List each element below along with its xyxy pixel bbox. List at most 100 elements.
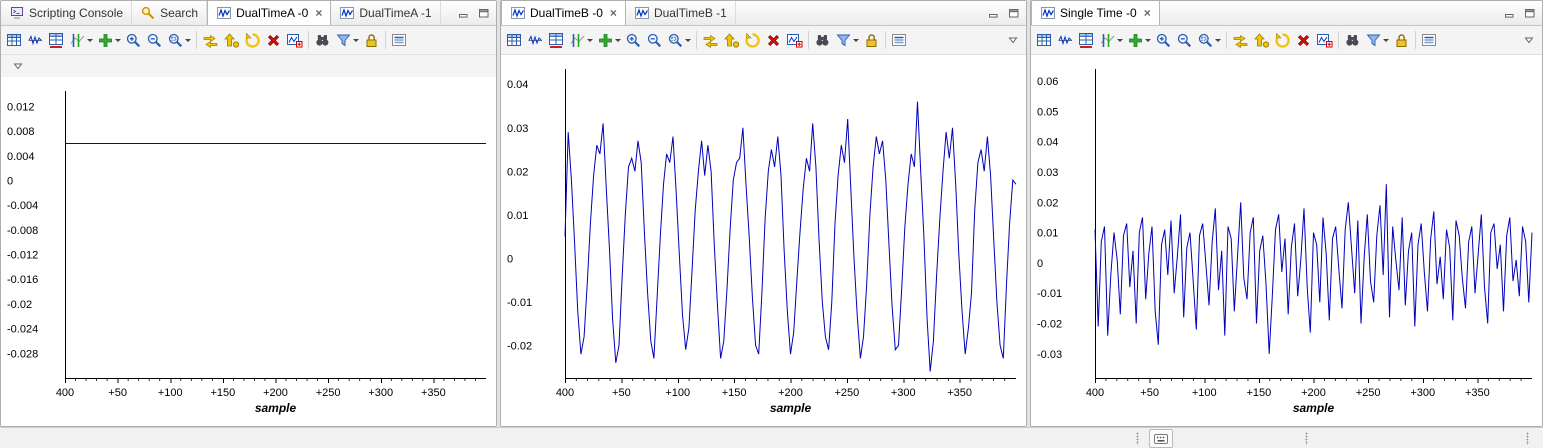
- minimize-icon[interactable]: [455, 4, 473, 22]
- toolbar-button-cursor-mode[interactable]: [567, 29, 595, 51]
- svg-text:+350: +350: [1465, 387, 1490, 399]
- tab-dualtimea-1[interactable]: DualTimeA -1: [331, 1, 441, 25]
- toolbar-button-zoom-out[interactable]: [1174, 29, 1195, 51]
- toolbar-button-list-view[interactable]: [1419, 29, 1440, 51]
- toolbar-button-data-table[interactable]: [546, 29, 567, 51]
- toolbar-button-sync-forward[interactable]: [221, 29, 242, 51]
- toolbar-button-data-table[interactable]: [46, 29, 67, 51]
- toolbar-button-sync-refresh[interactable]: [200, 29, 221, 51]
- toolbar-button-zoom-in[interactable]: [623, 29, 644, 51]
- sync-all-icon: [244, 32, 261, 49]
- toolbar-button-export-chart[interactable]: [784, 29, 805, 51]
- toolbar-button-zoom-out[interactable]: [644, 29, 665, 51]
- toolbar-button-sync-all[interactable]: [742, 29, 763, 51]
- toolbar-button-sync-all[interactable]: [1272, 29, 1293, 51]
- toolbar-button-export-chart[interactable]: [1314, 29, 1335, 51]
- toolbar-button-export-chart[interactable]: [284, 29, 305, 51]
- dropdown-arrow-icon: [1117, 38, 1123, 42]
- chart-canvas[interactable]: 0.06 0.05 0.04 0.03 0.02 0.01 0 -0.01 -0.02 -0.03…: [1031, 55, 1542, 426]
- toolbar-button-center-waveform[interactable]: [25, 29, 46, 51]
- toolbar-button-sync-refresh[interactable]: [700, 29, 721, 51]
- view-menu-button[interactable]: [1518, 29, 1539, 51]
- svg-text:+200: +200: [778, 387, 803, 399]
- toolbar-button-center-waveform[interactable]: [1055, 29, 1076, 51]
- minimize-icon[interactable]: [985, 4, 1003, 22]
- maximize-icon[interactable]: [1005, 4, 1023, 22]
- toolbar-button-zoom-in[interactable]: [123, 29, 144, 51]
- chart-canvas[interactable]: 0.04 0.03 0.02 0.01 0 -0.01 -0.02 400 +50 +100 +15…: [501, 55, 1026, 426]
- toolbar-button-sync-forward[interactable]: [721, 29, 742, 51]
- toolbar-button-graph-properties[interactable]: [4, 29, 25, 51]
- clear-icon: [765, 32, 782, 49]
- center-waveform-icon: [1057, 32, 1074, 49]
- toolbar-button-list-view[interactable]: [889, 29, 910, 51]
- toolbar-button-find[interactable]: [812, 29, 833, 51]
- toolbar-button-cursor-mode[interactable]: [67, 29, 95, 51]
- toolbar-button-data-table[interactable]: [1076, 29, 1097, 51]
- toolbar-button-sync-forward[interactable]: [1251, 29, 1272, 51]
- toolbar-button-filter[interactable]: [333, 29, 361, 51]
- input-mode-icon: [1153, 432, 1169, 446]
- svg-text:0.04: 0.04: [507, 79, 528, 91]
- dropdown-arrow-icon: [1383, 38, 1389, 42]
- view-menu-button[interactable]: [7, 55, 28, 77]
- sync-refresh-icon: [202, 32, 219, 49]
- svg-text:0: 0: [1037, 258, 1043, 270]
- svg-text:400: 400: [556, 387, 574, 399]
- toolbar-button-zoom-in[interactable]: [1153, 29, 1174, 51]
- toolbar-button-center-waveform[interactable]: [525, 29, 546, 51]
- tab-label: Scripting Console: [29, 6, 124, 20]
- maximize-icon[interactable]: [1521, 4, 1539, 22]
- svg-text:sample: sample: [255, 401, 297, 415]
- tab-search[interactable]: Search: [132, 1, 208, 25]
- chart-canvas[interactable]: 0.012 0.008 0.004 0 -0.004 -0.008 -0.012 -0.016…: [1, 77, 496, 426]
- toolbar-button-zoom-select[interactable]: [165, 29, 193, 51]
- view-menu-button[interactable]: [1002, 29, 1023, 51]
- svg-text:400: 400: [1086, 387, 1104, 399]
- minimize-icon[interactable]: [1501, 4, 1519, 22]
- toolbar-button-lock[interactable]: [361, 29, 382, 51]
- svg-text:+250: +250: [316, 387, 341, 399]
- tab-scripting-console[interactable]: Scripting Console: [1, 1, 133, 25]
- center-waveform-icon: [27, 32, 44, 49]
- svg-text:0.02: 0.02: [507, 166, 528, 178]
- toolbar-button-sync-refresh[interactable]: [1230, 29, 1251, 51]
- toolbar-button-add-trace[interactable]: [595, 29, 623, 51]
- svg-text:0.02: 0.02: [1037, 197, 1058, 209]
- toolbar-button-filter[interactable]: [833, 29, 861, 51]
- tab-close-icon[interactable]: ×: [610, 7, 617, 19]
- zoom-in-icon: [1155, 32, 1172, 49]
- toolbar-button-filter[interactable]: [1363, 29, 1391, 51]
- dropdown-arrow-icon: [185, 38, 191, 42]
- maximize-icon[interactable]: [475, 4, 493, 22]
- toolbar-button-clear[interactable]: [263, 29, 284, 51]
- toolbar-button-add-trace[interactable]: [1125, 29, 1153, 51]
- toolbar-button-zoom-select[interactable]: [1195, 29, 1223, 51]
- toolbar-button-zoom-out[interactable]: [144, 29, 165, 51]
- toolbar-button-list-view[interactable]: [389, 29, 410, 51]
- toolbar-button-find[interactable]: [312, 29, 333, 51]
- dropdown-arrow-icon: [115, 38, 121, 42]
- toolbar-button-lock[interactable]: [1391, 29, 1412, 51]
- tab-dualtimea-0[interactable]: DualTimeA -0 ×: [207, 1, 332, 25]
- toolbar-button-cursor-mode[interactable]: [1097, 29, 1125, 51]
- toolbar-button-clear[interactable]: [763, 29, 784, 51]
- dropdown-arrow-icon: [1145, 38, 1151, 42]
- svg-text:-0.02: -0.02: [7, 299, 32, 311]
- status-input-mode-button[interactable]: [1149, 429, 1173, 448]
- tab-single-time-0[interactable]: Single Time -0 ×: [1031, 1, 1160, 25]
- tab-label: DualTimeB -1: [653, 6, 727, 20]
- toolbar-button-graph-properties[interactable]: [1034, 29, 1055, 51]
- tab-close-icon[interactable]: ×: [315, 7, 322, 19]
- toolbar-button-graph-properties[interactable]: [504, 29, 525, 51]
- toolbar-button-clear[interactable]: [1293, 29, 1314, 51]
- tab-dualtimeb-0[interactable]: DualTimeB -0 ×: [501, 1, 626, 25]
- svg-text:0.012: 0.012: [7, 101, 35, 113]
- toolbar-button-zoom-select[interactable]: [665, 29, 693, 51]
- toolbar-button-add-trace[interactable]: [95, 29, 123, 51]
- tab-close-icon[interactable]: ×: [1144, 7, 1151, 19]
- tab-dualtimeb-1[interactable]: DualTimeB -1: [626, 1, 736, 25]
- toolbar-button-lock[interactable]: [861, 29, 882, 51]
- toolbar-button-sync-all[interactable]: [242, 29, 263, 51]
- toolbar-button-find[interactable]: [1342, 29, 1363, 51]
